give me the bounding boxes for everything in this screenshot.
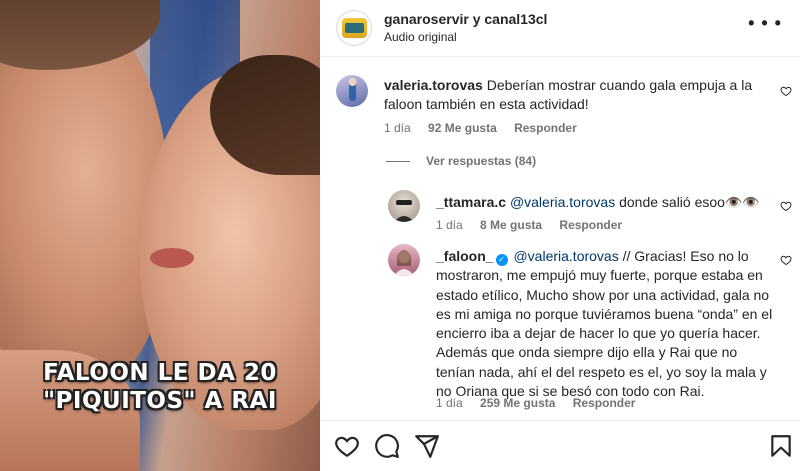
reply-likes[interactable]: 259 Me gusta [480, 396, 555, 410]
avatar-face-icon [394, 200, 414, 222]
lips [150, 248, 194, 268]
reply-mention[interactable]: @valeria.torovas [513, 248, 618, 264]
view-replies-label: Ver respuestas (84) [426, 154, 537, 168]
reply-username[interactable]: _faloon_ [436, 248, 494, 264]
comments-panel: ganaroservir y canal13cl Audio original … [320, 0, 800, 471]
divider-line [386, 161, 410, 163]
reply-username[interactable]: _ttamara.c [436, 194, 506, 210]
view-replies-button[interactable]: Ver respuestas (84) [386, 154, 536, 168]
more-horizontal-icon[interactable]: • • • [748, 14, 782, 32]
verified-badge-icon: ✓ [495, 254, 508, 266]
commenter-avatar[interactable] [336, 75, 368, 107]
reply-text: _ttamara.c @valeria.torovas donde salió … [436, 193, 776, 212]
like-heart-icon[interactable] [780, 254, 792, 266]
action-bar [320, 420, 800, 471]
replier-avatar[interactable] [388, 190, 420, 222]
reply-text: _faloon_ ✓ @valeria.torovas // Gracias! E… [436, 247, 776, 401]
reply-meta: 1 día 8 Me gusta Responder [436, 218, 636, 232]
account-avatar[interactable] [336, 10, 372, 46]
reply-body: // Gracias! Eso no lo mostraron, me empu… [436, 248, 773, 400]
reply-time[interactable]: 1 día [436, 218, 463, 232]
heart-icon[interactable] [334, 433, 360, 459]
tv-logo-icon [345, 23, 364, 33]
reply-meta: 1 día 259 Me gusta Responder [436, 396, 649, 410]
reply-likes[interactable]: 8 Me gusta [480, 218, 542, 232]
audio-label[interactable]: Audio original [384, 30, 457, 44]
post-media[interactable]: FALOON LE DA 20 "PIQUITOS" A RAI [0, 0, 320, 471]
post-header: ganaroservir y canal13cl Audio original … [320, 0, 800, 57]
reply-button[interactable]: Responder [573, 396, 636, 410]
video-caption-line2: "PIQUITOS" A RAI [43, 388, 277, 414]
replier-avatar[interactable] [388, 244, 420, 276]
comment-username[interactable]: valeria.torovas [384, 77, 483, 93]
comment-meta: 1 día 92 Me gusta Responder [384, 121, 591, 135]
reply-time[interactable]: 1 día [436, 396, 463, 410]
video-caption-line1: FALOON LE DA 20 [43, 360, 277, 386]
comment-likes[interactable]: 92 Me gusta [428, 121, 497, 135]
account-names[interactable]: ganaroservir y canal13cl [384, 11, 547, 27]
comment-time[interactable]: 1 día [384, 121, 411, 135]
comment-text: valeria.torovas Deberían mostrar cuando … [384, 76, 764, 114]
reply-button[interactable]: Responder [514, 121, 577, 135]
reply-mention[interactable]: @valeria.torovas [510, 194, 615, 210]
avatar-face-icon [394, 250, 414, 276]
share-icon[interactable] [414, 433, 440, 459]
bookmark-icon[interactable] [768, 433, 794, 459]
like-heart-icon[interactable] [780, 85, 792, 97]
like-heart-icon[interactable] [780, 200, 792, 212]
comment-icon[interactable] [374, 433, 400, 459]
avatar-figure-icon [348, 78, 357, 101]
reply-button[interactable]: Responder [559, 218, 622, 232]
reply-body: donde salió esoo👁️👁️ [615, 194, 760, 210]
